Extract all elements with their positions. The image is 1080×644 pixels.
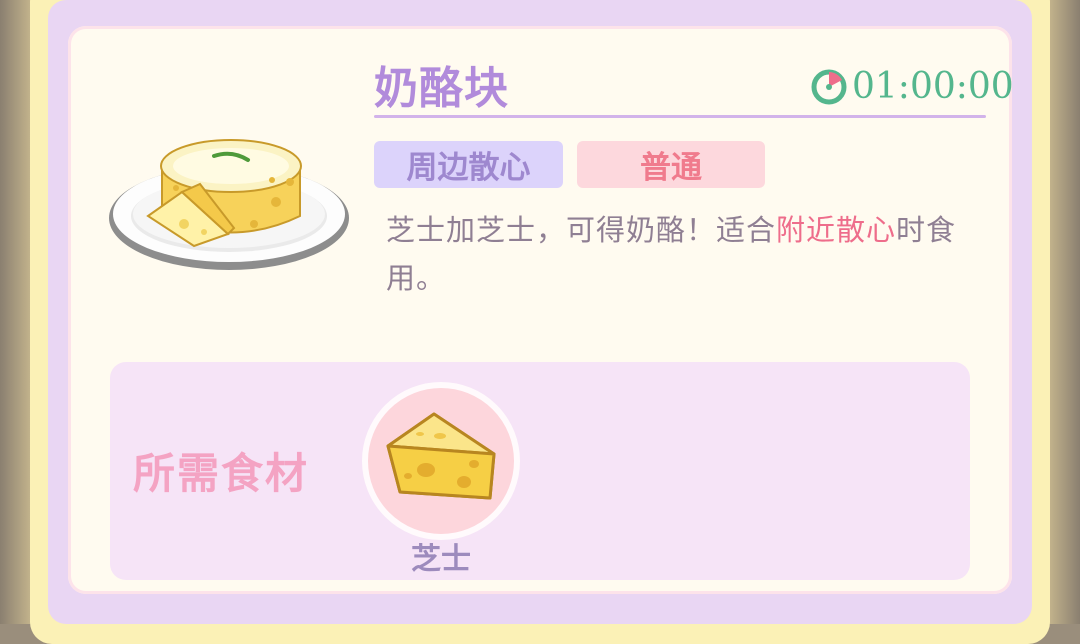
cheese-wedge-icon: [386, 412, 496, 500]
description-highlight: 附近散心: [776, 213, 897, 247]
cooking-timer: 01:00:00: [810, 66, 1014, 107]
ingredient-icon-frame: [362, 382, 520, 540]
ingredient-name: 芝士: [411, 542, 471, 577]
rarity-tag: 普通: [577, 141, 765, 188]
recipe-description: 芝士加芝士，可得奶酪！适合附近散心时食用。: [386, 206, 976, 302]
recipe-title: 奶酪块: [374, 63, 509, 114]
ingredient-item[interactable]: 芝士: [362, 382, 520, 577]
title-divider: [374, 115, 986, 118]
clock-icon: [811, 69, 847, 104]
cheese-block-plate-icon: [109, 139, 349, 270]
timer-value: 01:00:00: [852, 66, 1014, 107]
description-text: 芝士加芝士，可得奶酪！适合: [386, 213, 777, 247]
background-right-edge: [1046, 0, 1080, 624]
category-tag: 周边散心: [374, 141, 563, 188]
ingredients-label: 所需食材: [133, 449, 310, 498]
background-left-edge: [0, 0, 34, 624]
